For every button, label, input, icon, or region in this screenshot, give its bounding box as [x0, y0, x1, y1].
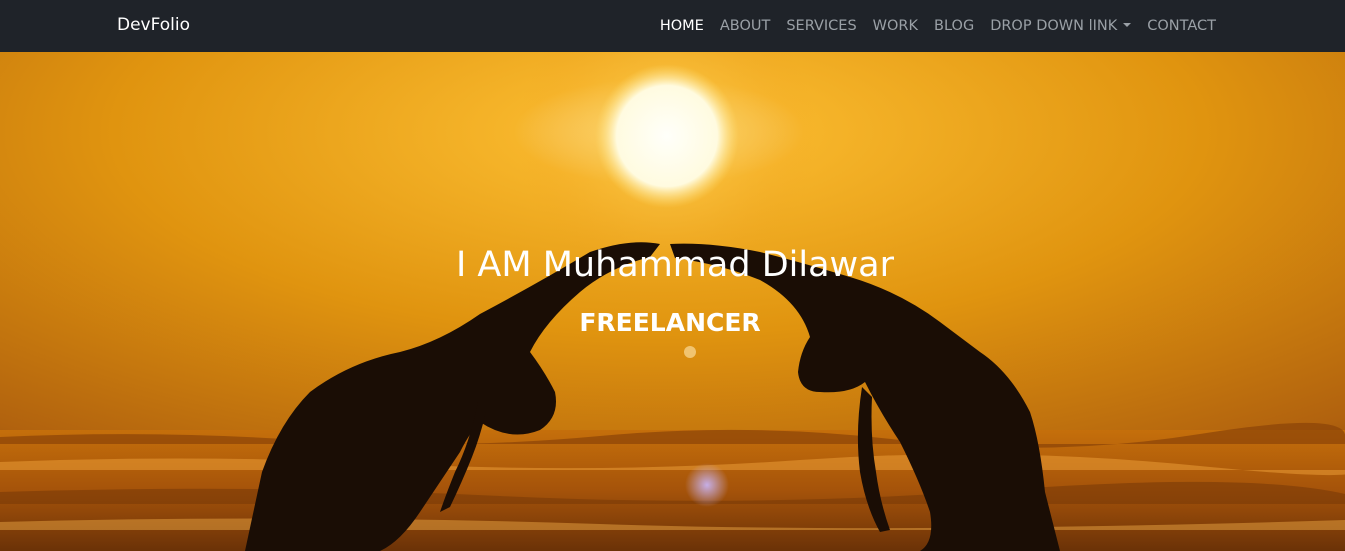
nav-item-home: HOME	[652, 1, 712, 51]
nav-item-about: ABOUT	[712, 1, 779, 51]
nav-dropdown-label: DROP DOWN lINK	[990, 18, 1118, 34]
nav-link-contact[interactable]: CONTACT	[1139, 1, 1224, 51]
nav-link-about[interactable]: ABOUT	[712, 1, 779, 51]
hero-background-image	[0, 52, 1345, 551]
nav-link-dropdown[interactable]: DROP DOWN lINK	[982, 1, 1139, 51]
nav-item-services: SERVICES	[778, 1, 864, 51]
caret-down-icon	[1123, 23, 1132, 27]
brand-logo[interactable]: DevFolio	[117, 0, 190, 52]
nav-item-contact: CONTACT	[1139, 1, 1224, 51]
nav-menu: HOME ABOUT SERVICES WORK BLOG DROP DOWN …	[652, 0, 1224, 52]
nav-link-work[interactable]: WORK	[865, 1, 926, 51]
nav-item-blog: BLOG	[926, 1, 982, 51]
nav-item-dropdown: DROP DOWN lINK	[982, 1, 1139, 51]
nav-item-work: WORK	[865, 1, 926, 51]
top-navbar: DevFolio HOME ABOUT SERVICES WORK BLOG D…	[0, 0, 1345, 52]
nav-link-home[interactable]: HOME	[652, 1, 712, 51]
nav-link-services[interactable]: SERVICES	[778, 1, 864, 51]
nav-link-blog[interactable]: BLOG	[926, 1, 982, 51]
hero-section: I AM Muhammad Dilawar FREELANCER	[0, 52, 1345, 551]
